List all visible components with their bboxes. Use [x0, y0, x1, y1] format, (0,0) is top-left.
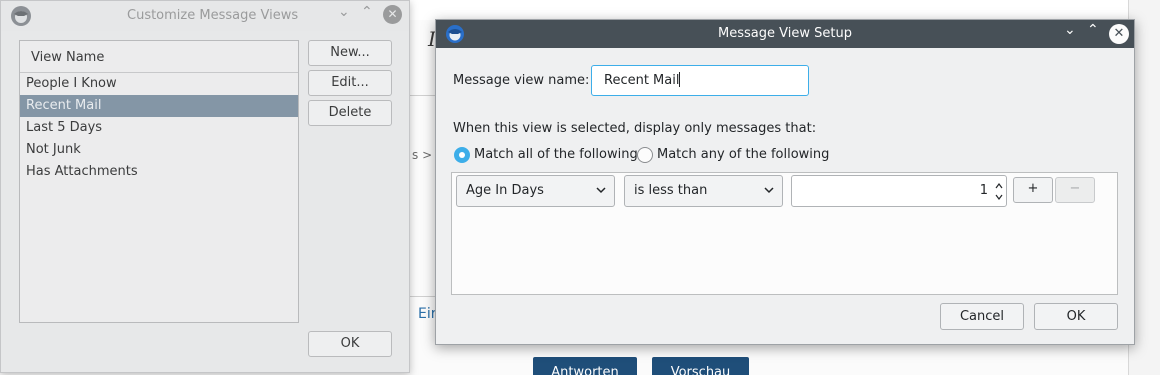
minimize-icon[interactable]: ⌄: [338, 4, 350, 20]
match-all-radio[interactable]: [454, 147, 470, 163]
view-name-label: Message view name:: [453, 73, 590, 88]
view-name-column-header[interactable]: View Name: [20, 41, 298, 73]
setup-dialog-titlebar[interactable]: Message View Setup ⌄ ⌃ ✕: [436, 20, 1134, 48]
view-list-item[interactable]: Not Junk: [20, 139, 298, 161]
rule-value-spinbox[interactable]: 1: [791, 175, 1007, 207]
customize-dialog-title: Customize Message Views: [127, 8, 299, 23]
minimize-icon[interactable]: ⌄: [1064, 22, 1076, 38]
antworten-button[interactable]: Antworten: [533, 357, 637, 375]
chevron-down-icon: [596, 187, 606, 194]
customize-ok-button[interactable]: OK: [308, 331, 392, 357]
maximize-icon[interactable]: ⌃: [361, 4, 373, 20]
rule-field-select[interactable]: Age In Days: [456, 175, 615, 207]
customize-dialog-titlebar[interactable]: Customize Message Views ⌄ ⌃ ✕: [1, 1, 409, 31]
edit-view-button[interactable]: Edit...: [308, 70, 392, 96]
vorschau-button[interactable]: Vorschau: [652, 357, 749, 375]
background-header-strip: [410, 0, 1130, 20]
ok-button[interactable]: OK: [1034, 303, 1118, 330]
view-list-item[interactable]: People I Know: [20, 73, 298, 95]
thunderbird-logo-icon: [11, 6, 31, 26]
customize-message-views-dialog: Customize Message Views ⌄ ⌃ ✕ View Name …: [0, 0, 410, 373]
match-any-radio[interactable]: [637, 147, 653, 163]
close-icon[interactable]: ✕: [1109, 24, 1129, 44]
view-list-item[interactable]: Last 5 Days: [20, 117, 298, 139]
view-name-input[interactable]: Recent Mail: [591, 65, 809, 96]
maximize-icon[interactable]: ⌃: [1087, 22, 1099, 38]
view-list-item[interactable]: Recent Mail: [20, 95, 298, 117]
message-view-setup-dialog: Message View Setup ⌄ ⌃ ✕ Message view na…: [435, 19, 1135, 345]
view-list-item[interactable]: Has Attachments: [20, 161, 298, 183]
delete-view-button[interactable]: Delete: [308, 100, 392, 126]
match-any-label[interactable]: Match any of the following: [657, 147, 829, 162]
cancel-button[interactable]: Cancel: [940, 303, 1024, 330]
rule-operator-select[interactable]: is less than: [624, 175, 783, 207]
chevron-down-icon: [764, 187, 774, 194]
instruction-text: When this view is selected, display only…: [453, 121, 817, 136]
setup-dialog-title: Message View Setup: [718, 26, 852, 41]
spin-down-icon[interactable]: [994, 192, 1004, 202]
match-all-label[interactable]: Match all of the following: [474, 147, 638, 162]
new-view-button[interactable]: New...: [308, 40, 392, 66]
add-rule-button[interactable]: +: [1013, 177, 1053, 203]
spin-up-icon[interactable]: [994, 181, 1004, 191]
close-icon[interactable]: ✕: [383, 5, 402, 24]
text-caret: [679, 72, 681, 87]
view-list[interactable]: View Name People I Know Recent Mail Last…: [19, 40, 299, 323]
remove-rule-button[interactable]: −: [1055, 177, 1095, 203]
background-link-fragment[interactable]: Eir: [418, 306, 437, 322]
rule-value-text[interactable]: 1: [980, 183, 988, 198]
